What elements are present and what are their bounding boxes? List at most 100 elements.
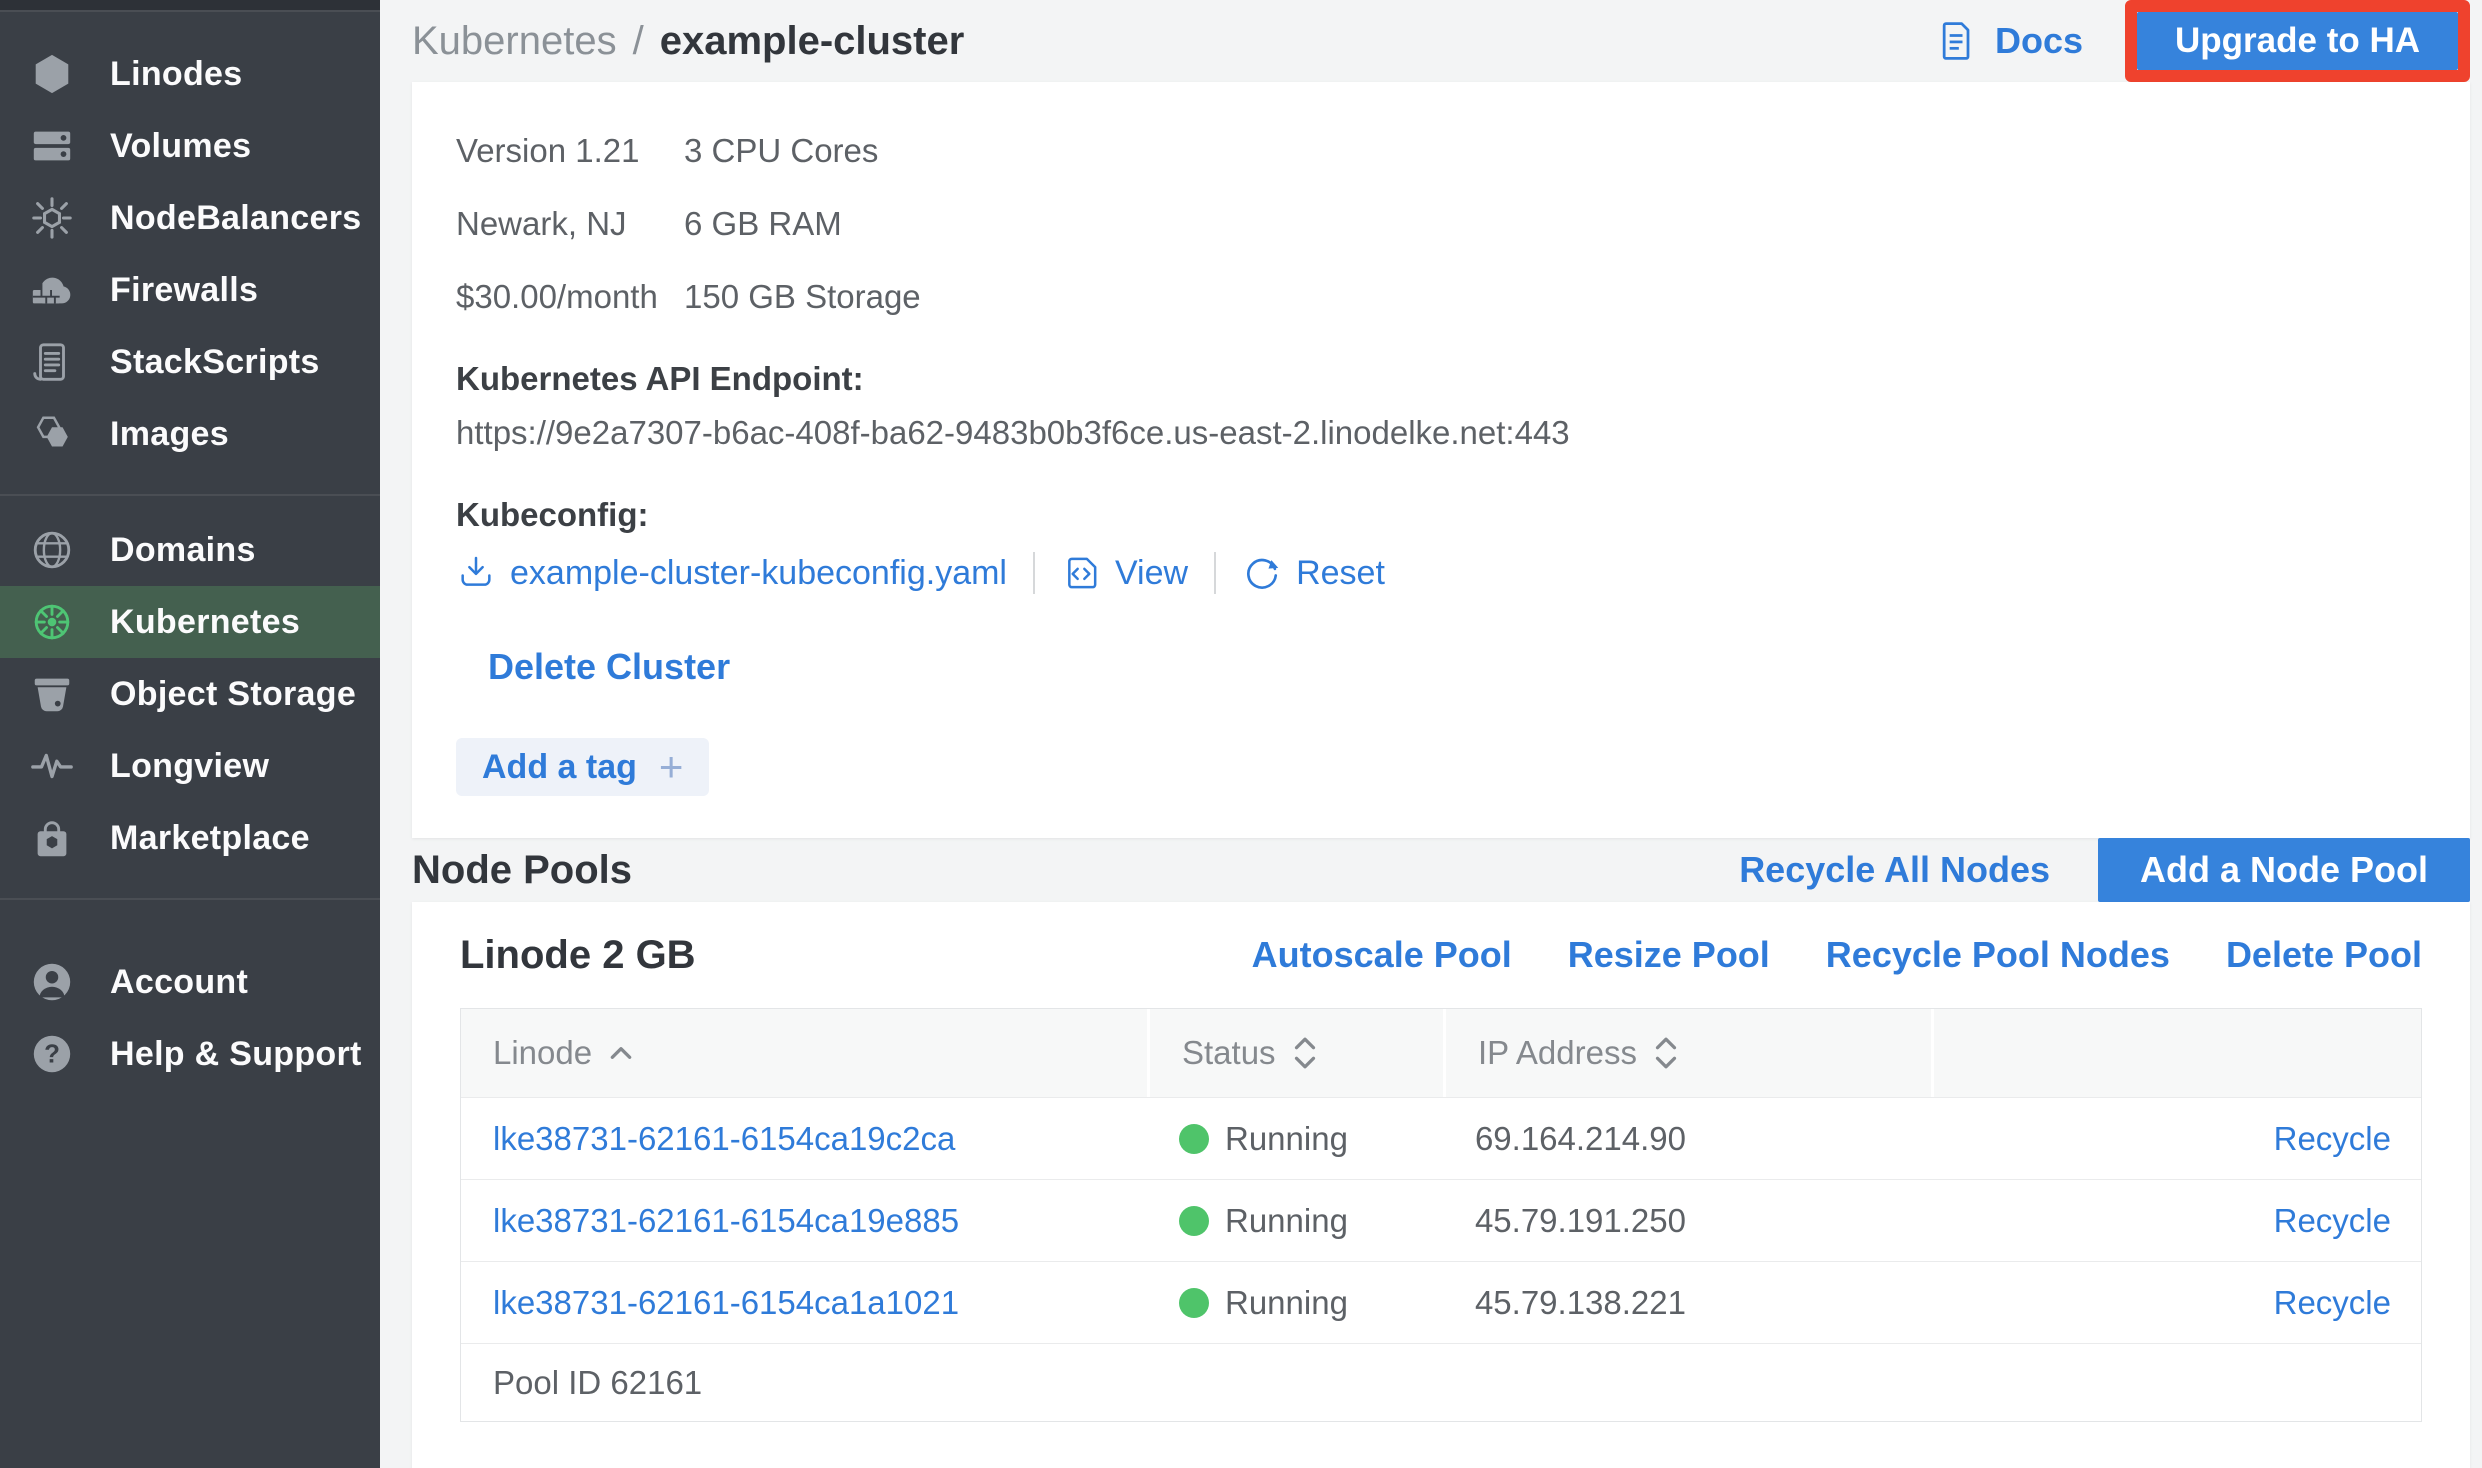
sidebar-item-stackscripts[interactable]: StackScripts [0,326,380,398]
autoscale-pool-link[interactable]: Autoscale Pool [1252,934,1512,976]
spec-storage: 150 GB Storage [684,278,2422,316]
resize-pool-link[interactable]: Resize Pool [1568,934,1770,976]
sidebar-item-volumes[interactable]: Volumes [0,110,380,182]
node-ip-cell: 45.79.191.250 [1443,1180,1931,1261]
api-endpoint-url: https://9e2a7307-b6ac-408f-ba62-9483b0b3… [456,414,2422,452]
annotation-highlight: Upgrade to HA [2125,0,2470,82]
header-actions: Docs Upgrade to HA [1935,0,2470,82]
spec-ram: 6 GB RAM [684,205,2422,243]
column-header-label: Status [1182,1034,1276,1072]
delete-cluster-button[interactable]: Delete Cluster [488,646,730,688]
sort-ascending-icon [608,1045,634,1061]
kubeconfig-download-link[interactable]: example-cluster-kubeconfig.yaml [456,553,1007,593]
kubeconfig-reset-link[interactable]: Reset [1242,553,1385,593]
column-header-ip-address[interactable]: IP Address [1443,1009,1931,1097]
breadcrumb-separator: / [633,19,644,64]
spec-price: $30.00/month [456,278,684,316]
kubeconfig-label: Kubeconfig: [456,496,2422,534]
add-tag-button[interactable]: Add a tag + [456,738,709,796]
sidebar: Linodes Volumes NodeBalancers Firewalls … [0,0,380,1468]
node-pool-card: Linode 2 GB Autoscale Pool Resize Pool R… [412,902,2470,1468]
sidebar-item-account[interactable]: Account [0,946,380,1018]
node-name-cell: lke38731-62161-6154ca19e885 [461,1180,1147,1261]
sidebar-item-firewalls[interactable]: Firewalls [0,254,380,326]
node-action-cell: Recycle [1931,1262,2421,1343]
sidebar-item-nodebalancers[interactable]: NodeBalancers [0,182,380,254]
sidebar-group-compute: Linodes Volumes NodeBalancers Firewalls … [0,12,380,470]
docs-link[interactable]: Docs [1935,19,2083,63]
node-link[interactable]: lke38731-62161-6154ca19e885 [493,1202,959,1240]
account-avatar-icon [28,958,76,1006]
sidebar-item-label: Marketplace [110,819,310,858]
node-name-cell: lke38731-62161-6154ca1a1021 [461,1262,1147,1343]
table-row: lke38731-62161-6154ca1a1021 Running 45.7… [461,1261,2421,1343]
nodebalancers-icon [28,194,76,242]
status-running-dot [1179,1124,1209,1154]
volumes-icon [28,122,76,170]
node-link[interactable]: lke38731-62161-6154ca19c2ca [493,1120,955,1158]
spec-version: Version 1.21 [456,132,684,170]
sidebar-item-label: Kubernetes [110,603,300,642]
node-status-cell: Running [1147,1262,1443,1343]
breadcrumb-cluster-name: example-cluster [660,19,965,64]
recycle-all-nodes-link[interactable]: Recycle All Nodes [1739,849,2050,891]
sort-both-icon [1653,1036,1679,1070]
reset-label: Reset [1296,554,1385,593]
pool-nodes-table: Linode Status IP Address [460,1008,2422,1422]
sidebar-divider [0,494,380,496]
sort-both-icon [1292,1036,1318,1070]
table-row: lke38731-62161-6154ca19c2ca Running 69.1… [461,1097,2421,1179]
sidebar-item-domains[interactable]: Domains [0,514,380,586]
cluster-summary-card: Version 1.21 3 CPU Cores Newark, NJ 6 GB… [412,82,2470,838]
object-storage-bucket-icon [28,670,76,718]
sidebar-item-label: Images [110,415,229,454]
docs-icon [1935,19,1979,63]
sidebar-item-object-storage[interactable]: Object Storage [0,658,380,730]
add-node-pool-button[interactable]: Add a Node Pool [2098,838,2470,902]
status-running-dot [1179,1288,1209,1318]
page-header: Kubernetes / example-cluster Docs Upgrad… [412,0,2470,82]
sidebar-item-linodes[interactable]: Linodes [0,38,380,110]
node-name-cell: lke38731-62161-6154ca19c2ca [461,1098,1147,1179]
breadcrumb-kubernetes-link[interactable]: Kubernetes [412,19,617,64]
column-header-label: IP Address [1478,1034,1637,1072]
sidebar-item-marketplace[interactable]: Marketplace [0,802,380,874]
kubeconfig-view-link[interactable]: View [1061,553,1188,593]
add-tag-label: Add a tag [482,748,637,787]
breadcrumb: Kubernetes / example-cluster [412,19,964,64]
sidebar-item-images[interactable]: Images [0,398,380,470]
longview-pulse-icon [28,742,76,790]
sidebar-item-label: NodeBalancers [110,199,361,238]
upgrade-to-ha-button[interactable]: Upgrade to HA [2137,12,2458,70]
view-label: View [1115,554,1188,593]
sidebar-item-longview[interactable]: Longview [0,730,380,802]
node-link[interactable]: lke38731-62161-6154ca1a1021 [493,1284,959,1322]
pool-name: Linode 2 GB [460,933,696,978]
sidebar-item-kubernetes[interactable]: Kubernetes [0,586,380,658]
domains-globe-icon [28,526,76,574]
status-label: Running [1225,1202,1348,1240]
recycle-node-link[interactable]: Recycle [2274,1284,2391,1322]
download-icon [456,553,496,593]
column-header-status[interactable]: Status [1147,1009,1443,1097]
table-header-row: Linode Status IP Address [461,1009,2421,1097]
status-label: Running [1225,1284,1348,1322]
delete-pool-link[interactable]: Delete Pool [2226,934,2422,976]
status-running-dot [1179,1206,1209,1236]
node-status-cell: Running [1147,1180,1443,1261]
kubeconfig-actions-row: example-cluster-kubeconfig.yaml View Res… [456,552,2422,594]
column-header-linode[interactable]: Linode [461,1009,1147,1097]
images-icon [28,410,76,458]
reset-icon [1242,553,1282,593]
recycle-node-link[interactable]: Recycle [2274,1202,2391,1240]
node-action-cell: Recycle [1931,1098,2421,1179]
recycle-node-link[interactable]: Recycle [2274,1120,2391,1158]
view-code-icon [1061,553,1101,593]
table-footer-row: Pool ID 62161 [461,1343,2421,1421]
sidebar-item-help-support[interactable]: ? Help & Support [0,1018,380,1090]
sidebar-item-label: Help & Support [110,1035,362,1074]
sidebar-group-services: Domains Kubernetes Object Storage Longvi… [0,514,380,874]
kubernetes-helm-icon [28,598,76,646]
recycle-pool-nodes-link[interactable]: Recycle Pool Nodes [1826,934,2170,976]
svg-text:?: ? [44,1041,60,1069]
